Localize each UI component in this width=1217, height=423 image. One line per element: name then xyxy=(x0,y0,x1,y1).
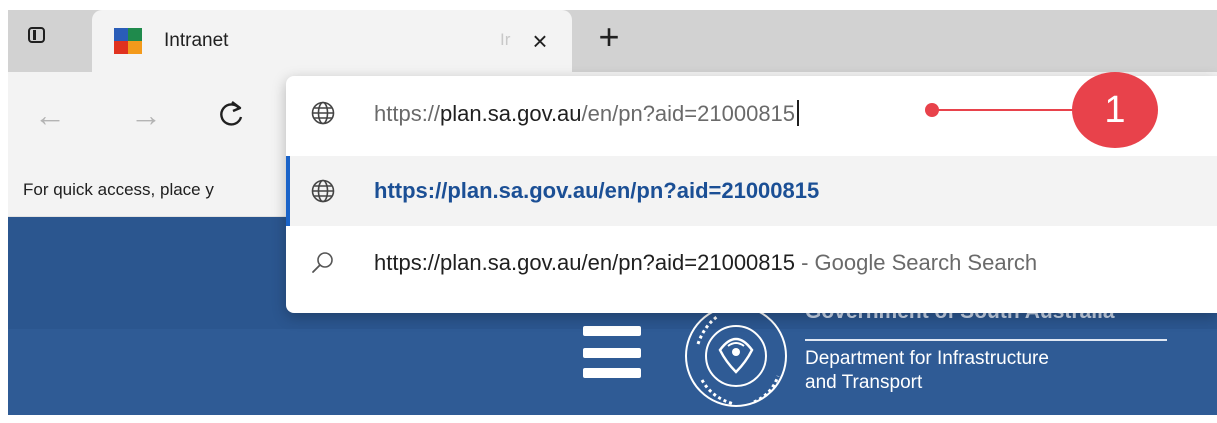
reload-icon[interactable] xyxy=(214,98,248,132)
callout-badge: 1 xyxy=(1072,72,1158,148)
url-scheme: https:// xyxy=(374,101,441,126)
suggestion-url[interactable]: https://plan.sa.gov.au/en/pn?aid=2100081… xyxy=(286,156,1217,226)
back-arrow-icon[interactable]: ← xyxy=(33,98,67,132)
title-divider xyxy=(805,339,1167,341)
department-name-line2: and Transport xyxy=(805,372,923,393)
hamburger-menu-icon[interactable] xyxy=(583,326,641,380)
callout-leader-line xyxy=(932,109,1078,111)
new-tab-button[interactable]: + xyxy=(591,19,627,58)
page-bottom-strip xyxy=(8,415,1217,423)
address-input-value: https://plan.sa.gov.au/en/pn?aid=2100081… xyxy=(374,100,799,127)
suggestion-search-query: https://plan.sa.gov.au/en/pn?aid=2100081… xyxy=(374,250,795,275)
tab-faded-title: Ir xyxy=(500,30,511,49)
suggestion-url-text: https://plan.sa.gov.au/en/pn?aid=2100081… xyxy=(374,178,820,203)
url-host: plan.sa.gov.au xyxy=(440,101,582,126)
globe-icon xyxy=(310,100,336,126)
tab-intranet[interactable]: Intranet Ir × xyxy=(92,10,572,72)
suggestion-search-suffix: - Google Search Search xyxy=(795,250,1038,275)
department-name-line1: Department for Infrastructure xyxy=(805,348,1049,369)
search-icon xyxy=(310,250,336,276)
tab-actions-icon xyxy=(28,27,45,43)
forward-arrow-icon[interactable]: → xyxy=(129,98,163,132)
url-path: /en/pn?aid=21000815 xyxy=(581,101,796,126)
sa-government-seal-icon xyxy=(684,300,788,417)
globe-icon xyxy=(310,178,336,204)
tab-title: Intranet xyxy=(164,30,229,51)
suggestion-search-text: https://plan.sa.gov.au/en/pn?aid=2100081… xyxy=(374,250,1037,276)
tab-actions-button[interactable] xyxy=(22,20,52,50)
text-caret xyxy=(797,100,799,126)
callout-anchor-dot xyxy=(925,103,939,117)
close-tab-icon[interactable]: × xyxy=(527,28,553,54)
favorites-bar-hint: For quick access, place y xyxy=(23,180,214,199)
suggestion-search[interactable]: https://plan.sa.gov.au/en/pn?aid=2100081… xyxy=(286,228,1217,298)
intranet-favicon-icon xyxy=(114,28,142,54)
